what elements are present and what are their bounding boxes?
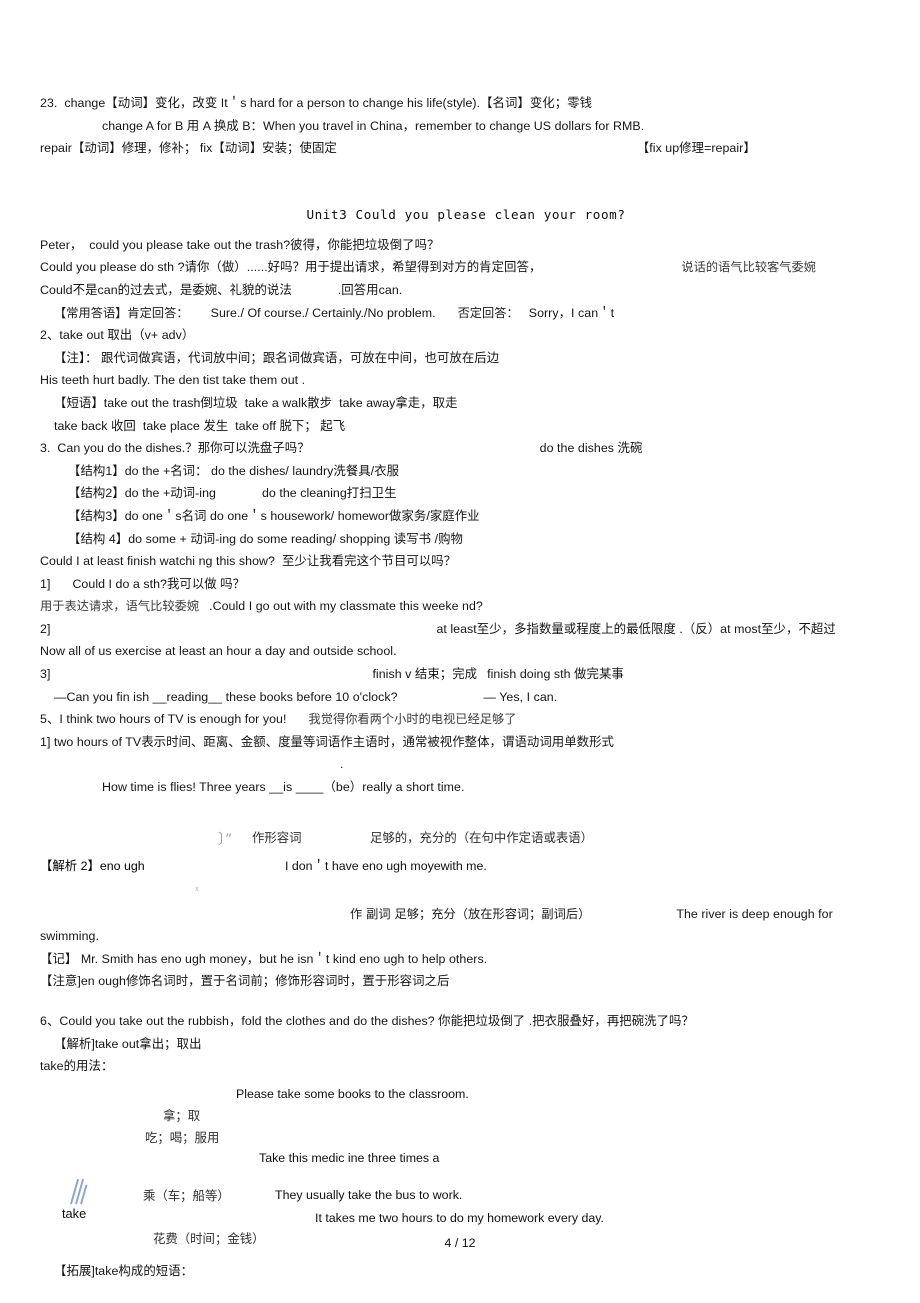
line-enough-adverb: 作 副词 足够；充分（放在形容词；副词后） The river is deep e… bbox=[40, 903, 892, 948]
answers-negative-label: 否定回答： bbox=[457, 305, 519, 320]
take-center-word: take bbox=[62, 1205, 87, 1221]
item-3-finish: finish v 结束；完成 bbox=[372, 667, 478, 682]
enough-heading: 【解析 2】eno ugh bbox=[40, 858, 145, 873]
entry-23-line2: change A for B 用 A 换成 B：When you travel … bbox=[102, 118, 645, 133]
could-sth-note: 说话的语气比较客气委婉 bbox=[681, 260, 817, 275]
structure-2-head: 【结构2】do the +动词-ing bbox=[68, 486, 216, 501]
line-do-the-dishes: 3. Can you do the dishes.？那你可以洗盘子吗？ do th… bbox=[40, 437, 892, 460]
could-not-main: Could不是can的过去式，是委婉、礼貌的说法 bbox=[40, 282, 292, 297]
item-3-finish-doing: finish doing sth 做完某事 bbox=[487, 667, 624, 682]
entry-23-line1: 23. change【动词】变化，改变 It＇s hard for a pers… bbox=[40, 96, 593, 110]
document-page: 23. change【动词】变化，改变 It＇s hard for a pers… bbox=[0, 0, 920, 1303]
line-structure-3: 【结构3】do one＇s名词 do one＇s housework/ home… bbox=[68, 508, 480, 523]
document-body: 23. change【动词】变化，改变 It＇s hard for a pers… bbox=[40, 92, 892, 1282]
line-expansion: 【拓展]take构成的短语： bbox=[54, 1263, 194, 1278]
line-structure-1: 【结构1】do the +名词： do the dishes/ laundry洗… bbox=[68, 463, 400, 478]
point-5-sub-1-text: 1] two hours of TV表示时间、距离、金额、度量等词语作主语时，通… bbox=[40, 734, 614, 749]
line-take-usage-head: take的用法： bbox=[40, 1059, 114, 1074]
take-example-4: It takes me two hours to do my homework … bbox=[315, 1210, 605, 1225]
item-1-number: 1] bbox=[40, 576, 51, 591]
line-structure-2: 【结构2】do the +动词-ing do the cleaning打扫卫生 bbox=[40, 482, 892, 505]
line-enough-remember: 【记】 Mr. Smith has eno ugh money，but he i… bbox=[40, 951, 488, 966]
point-5-cn: 我觉得你看两个小时的电视已经足够了 bbox=[308, 712, 517, 727]
line-teeth-example: His teeth hurt badly. The den tist take … bbox=[40, 373, 306, 388]
dishes-gloss: do the dishes 洗碗 bbox=[539, 441, 643, 456]
enough-adjective-role: 作形容词 bbox=[252, 829, 302, 845]
faint-x-mark: x bbox=[195, 883, 199, 893]
page-number: 4 / 12 bbox=[444, 1236, 476, 1250]
structure-2-example: do the cleaning打扫卫生 bbox=[261, 486, 397, 501]
answers-label: 【常用答语】肯定回答： bbox=[54, 305, 189, 320]
entry-23-line3: repair【动词】修理，修补； fix【动词】安装；使固定 【fix up修理=… bbox=[40, 137, 892, 160]
enough-block: 〕” 作形容词 足够的，充分的（在句中作定语或表语） 【解析 2】eno ugh… bbox=[40, 829, 892, 895]
line-finish-question: —Can you fin ish __reading__ these books… bbox=[40, 686, 892, 709]
fix-up-note: 【fix up修理=repair】 bbox=[636, 141, 756, 156]
line-exercise-example: Now all of us exercise at least an hour … bbox=[40, 644, 397, 659]
line-item-2: 2] at least至少，多指数量或程度上的最低限度 .（反）at most至少… bbox=[40, 618, 892, 641]
take-label-1: 拿；取 bbox=[163, 1107, 201, 1123]
enough-adjective-meaning: 足够的，充分的（在句中作定语或表语） bbox=[370, 829, 594, 845]
answers-positive: Sure./ Of course./ Certainly./No problem… bbox=[210, 305, 436, 320]
line-take-phrases-2: take back 收回 take place 发生 take off 脱下； … bbox=[54, 418, 346, 433]
line-how-time-flies: How time is flies! Three years __is ____… bbox=[102, 780, 465, 795]
line-could-not-past: Could不是can的过去式，是委婉、礼貌的说法 .回答用can. bbox=[40, 279, 892, 302]
take-diagram: take Please take some books to the class… bbox=[40, 1086, 892, 1252]
item-3-number: 3] bbox=[40, 667, 51, 682]
item-1-note-en: .Could I go out with my classmate this w… bbox=[209, 599, 483, 614]
take-label-2: 吃；喝；服用 bbox=[145, 1129, 220, 1145]
answers-negative: Sorry，I can＇t bbox=[528, 305, 615, 320]
line-common-answers: 【常用答语】肯定回答： Sure./ Of course./ Certainly.… bbox=[40, 302, 892, 325]
line-point-5: 5、I think two hours of TV is enough for … bbox=[40, 708, 892, 731]
line-take-out-head: 2、take out 取出（v+ adv） bbox=[40, 328, 195, 343]
line-peter: Peter， could you please take out the tra… bbox=[40, 237, 440, 252]
unit-title: Unit3 Could you please clean your room? bbox=[306, 206, 626, 222]
take-example-2: Take this medic ine three times a bbox=[259, 1150, 440, 1165]
line-point-6-analysis: 【解析]take out拿出；取出 bbox=[54, 1036, 202, 1051]
line-could-you-please: Could you please do sth ?请你（做）......好吗？用… bbox=[40, 256, 892, 279]
point-5-en: 5、I think two hours of TV is enough for … bbox=[40, 712, 287, 727]
item-2-number: 2] bbox=[40, 621, 51, 636]
brace-icon: 〕” bbox=[218, 831, 233, 848]
line-enough-attention: 【注意]en ough修饰名词时，置于名词前；修饰形容词时，置于形容词之后 bbox=[40, 974, 450, 989]
dishes-question: 3. Can you do the dishes.？那你可以洗盘子吗？ bbox=[40, 441, 310, 456]
line-item-1: 1] Could I do a sth?我可以做 吗？ bbox=[40, 573, 892, 596]
item-2-text: at least至少，多指数量或程度上的最低限度 .（反）at most至少，不… bbox=[436, 621, 836, 636]
repair-fix-text: repair【动词】修理，修补； fix【动词】安装；使固定 bbox=[40, 141, 337, 156]
enough-example-1: I don＇t have eno ugh moyewith me. bbox=[285, 858, 487, 873]
blue-slash-marks-icon bbox=[68, 1178, 98, 1208]
line-point-5-sub-1: 1] two hours of TV表示时间、距离、金额、度量等词语作主语时，通… bbox=[40, 731, 892, 776]
could-not-tail: .回答用can. bbox=[337, 282, 403, 297]
item-1-note-cn: 用于表达请求，语气比较委婉 bbox=[40, 599, 200, 614]
line-structure-4: 【结构 4】do some + 动词-ing do some reading/ … bbox=[68, 531, 463, 546]
take-example-3: They usually take the bus to work. bbox=[275, 1187, 463, 1202]
enough-adverb-role: 作 副词 足够；充分（放在形容词；副词后） bbox=[350, 906, 591, 921]
line-at-least-question: Could I at least finish watchi ng this s… bbox=[40, 554, 457, 569]
take-example-1: Please take some books to the classroom. bbox=[236, 1086, 469, 1101]
line-take-phrases-1: 【短语】take out the trash倒垃圾 take a walk散步 … bbox=[54, 395, 458, 410]
point-5-sub-1-dot: . bbox=[340, 757, 344, 772]
line-point-6: 6、Could you take out the rubbish，fold th… bbox=[40, 1014, 694, 1028]
line-item-1-note: 用于表达请求，语气比较委婉 .Could I go out with my cla… bbox=[40, 595, 892, 618]
take-label-3: 乘（车；船等） bbox=[143, 1187, 230, 1203]
finish-answer-text: — Yes, I can. bbox=[483, 689, 558, 704]
line-take-out-note: 【注】： 跟代词做宾语，代词放中间；跟名词做宾语，可放在中间，也可放在后边 bbox=[54, 350, 500, 365]
line-item-3: 3] finish v 结束；完成 finish doing sth 做完某事 bbox=[40, 663, 892, 686]
item-1-text: Could I do a sth?我可以做 吗？ bbox=[72, 576, 246, 591]
could-sth-main: Could you please do sth ?请你（做）......好吗？用… bbox=[40, 260, 542, 275]
finish-question-text: —Can you fin ish __reading__ these books… bbox=[54, 689, 398, 704]
